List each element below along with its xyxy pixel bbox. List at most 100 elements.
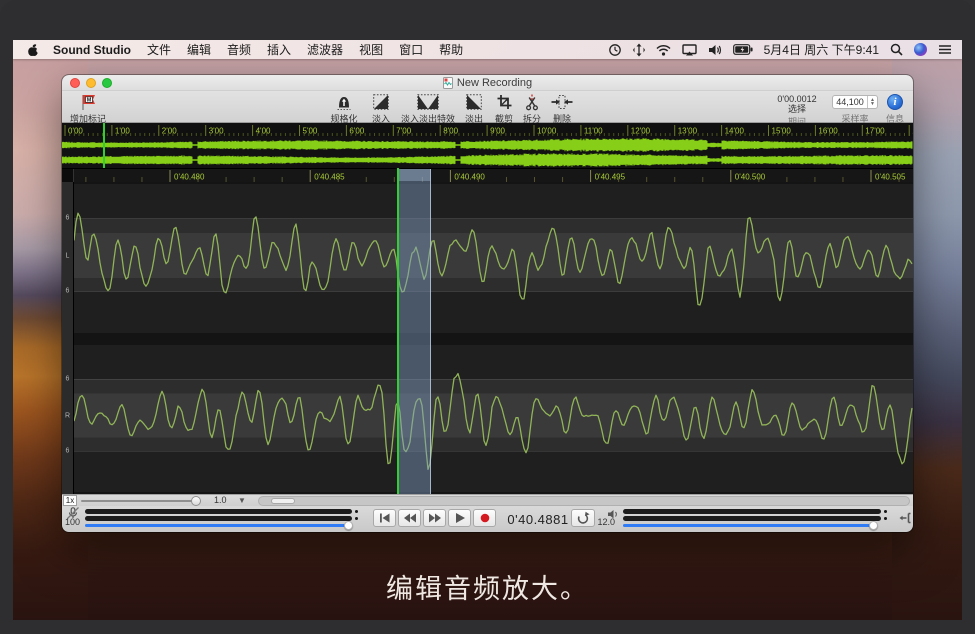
menu-edit[interactable]: 编辑	[187, 41, 211, 58]
right-channel-waveform[interactable]	[74, 345, 913, 492]
fast-forward-button[interactable]	[423, 509, 446, 527]
transport-bar: 100	[62, 506, 913, 532]
delete-button[interactable]: 删除	[547, 94, 577, 125]
desktop: Sound Studio 文件 编辑 音频 插入 滤波器 视图 窗口 帮助	[13, 40, 962, 620]
apple-menu[interactable]	[27, 43, 39, 57]
zoom-button[interactable]	[102, 78, 112, 88]
selection-ruler-highlight	[399, 169, 431, 181]
play-button[interactable]	[448, 509, 471, 527]
svg-text:2'00: 2'00	[162, 127, 177, 136]
loop-button[interactable]	[571, 509, 595, 527]
zoom-1x-button[interactable]: 1x	[63, 495, 77, 506]
siri-icon[interactable]	[914, 43, 927, 56]
normalize-icon	[336, 94, 352, 111]
input-volume-thumb[interactable]	[344, 521, 353, 530]
fade-in-out-button[interactable]: 淡入淡出特效	[399, 94, 457, 125]
volume-icon[interactable]	[708, 44, 722, 56]
input-level-value: 100	[62, 517, 80, 527]
output-volume-thumb[interactable]	[869, 521, 878, 530]
spotlight-search-icon[interactable]	[890, 43, 903, 56]
input-clip-dot-top	[355, 510, 358, 513]
scrollbar-thumb[interactable]	[271, 498, 295, 504]
sound-studio-window: New Recording M 增加标记	[62, 75, 913, 532]
menu-date-time[interactable]: 5月4日 周六 下午9:41	[764, 41, 879, 58]
airplay-display-icon[interactable]	[682, 44, 697, 56]
svg-text:9'00: 9'00	[490, 127, 505, 136]
zoomed-ruler[interactable]: 0'40.4800'40.4850'40.4900'40.4950'40.500…	[62, 168, 913, 182]
svg-text:0'40.485: 0'40.485	[314, 173, 345, 182]
fade-in-out-icon	[417, 94, 439, 111]
fade-in-button[interactable]: 淡入	[366, 94, 396, 125]
record-button[interactable]	[473, 509, 496, 527]
four-way-arrows-icon[interactable]	[633, 43, 645, 57]
split-button[interactable]: 拆分	[520, 94, 544, 125]
svg-text:0'40.480: 0'40.480	[174, 173, 205, 182]
selection-region[interactable]	[399, 169, 431, 494]
info-button[interactable]: i	[887, 94, 903, 110]
sample-rate-stepper[interactable]: ▲▼	[867, 96, 877, 108]
battery-icon[interactable]	[733, 44, 753, 55]
svg-text:6'00: 6'00	[349, 127, 364, 136]
route-to-output-icon[interactable]	[899, 512, 911, 524]
left-channel-waveform[interactable]	[74, 184, 913, 333]
channel-left-label: L	[62, 252, 73, 259]
horizontal-scrollbar[interactable]	[258, 496, 910, 506]
zoom-slider-thumb[interactable]	[191, 496, 201, 506]
time-machine-icon[interactable]	[608, 43, 622, 57]
toolbar: M 增加标记 规格化 淡入	[62, 91, 913, 123]
svg-text:M: M	[87, 98, 92, 104]
waveform-editor: 6 L 6 6 R 6	[62, 182, 913, 494]
loop-icon	[575, 511, 591, 525]
fade-out-button[interactable]: 淡出	[460, 94, 488, 125]
playhead-main[interactable]	[397, 168, 399, 494]
svg-text:14'00: 14'00	[725, 127, 745, 136]
output-volume-slider[interactable]	[623, 524, 878, 527]
menu-window[interactable]: 窗口	[399, 41, 423, 58]
svg-text:12'00: 12'00	[631, 127, 651, 136]
notification-center-icon[interactable]	[938, 44, 952, 55]
svg-text:17'00: 17'00	[865, 127, 885, 136]
add-marker-button[interactable]: M 增加标记	[66, 93, 110, 125]
overview-waveform[interactable]	[62, 137, 913, 168]
menu-view[interactable]: 视图	[359, 41, 383, 58]
svg-text:0'40.505: 0'40.505	[875, 173, 906, 182]
info-control: i 信息	[881, 94, 909, 125]
title-bar[interactable]: New Recording	[62, 75, 913, 91]
rewind-button[interactable]	[398, 509, 421, 527]
output-clip-dot-top	[884, 510, 887, 513]
menu-help[interactable]: 帮助	[439, 41, 463, 58]
sample-rate-control: 44,100 ▲▼ 采样率	[828, 95, 882, 125]
svg-text:11'00: 11'00	[584, 127, 603, 136]
output-meter-bottom	[623, 516, 881, 521]
playhead-overview[interactable]	[103, 123, 105, 168]
zoom-slider[interactable]	[81, 500, 201, 502]
menu-filter[interactable]: 滤波器	[307, 41, 343, 58]
menu-bar: Sound Studio 文件 编辑 音频 插入 滤波器 视图 窗口 帮助	[13, 40, 962, 59]
wifi-icon[interactable]	[656, 44, 671, 56]
menu-audio[interactable]: 音频	[227, 41, 251, 58]
svg-text:13'00: 13'00	[678, 127, 698, 136]
time-display: 0'40.4881	[503, 512, 573, 527]
input-volume-slider[interactable]	[85, 524, 349, 527]
normalize-button[interactable]: 规格化	[325, 94, 363, 125]
svg-text:0'00: 0'00	[68, 127, 83, 136]
fade-out-icon	[466, 94, 482, 111]
svg-text:15'00: 15'00	[772, 127, 792, 136]
menu-app-name[interactable]: Sound Studio	[53, 43, 131, 57]
wave-region[interactable]	[74, 182, 913, 494]
apple-icon	[27, 43, 39, 57]
zoom-value: 1.0	[214, 495, 227, 505]
close-button[interactable]	[70, 78, 80, 88]
overview-ruler[interactable]: 0'001'002'003'004'005'006'007'008'009'00…	[62, 123, 913, 137]
zoom-value-dropdown[interactable]: ▼	[238, 496, 246, 505]
svg-text:4'00: 4'00	[256, 127, 271, 136]
input-clip-dot-bottom	[355, 517, 358, 520]
crop-button[interactable]: 截剪	[491, 94, 517, 125]
menu-insert[interactable]: 插入	[267, 41, 291, 58]
minimize-button[interactable]	[86, 78, 96, 88]
menu-file[interactable]: 文件	[147, 41, 171, 58]
go-to-start-button[interactable]	[373, 509, 396, 527]
svg-text:1'00: 1'00	[115, 127, 130, 136]
sample-rate-field[interactable]: 44,100 ▲▼	[832, 95, 878, 109]
svg-text:0'40.495: 0'40.495	[595, 173, 626, 182]
